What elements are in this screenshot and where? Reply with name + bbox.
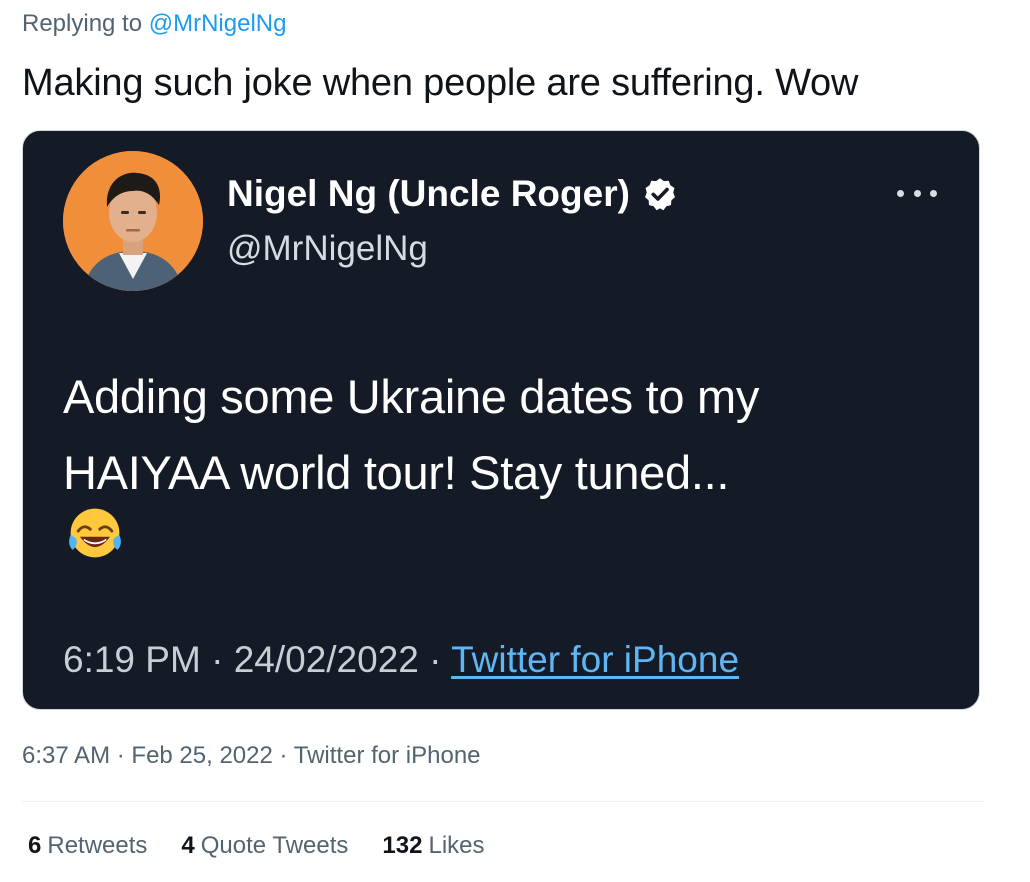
quoted-tweet-meta: 6:19 PM · 24/02/2022 · Twitter for iPhon… — [63, 639, 739, 681]
separator: · — [429, 639, 442, 680]
retweets-stat[interactable]: 6 Retweets — [28, 832, 147, 860]
quoted-date: 24/02/2022 — [233, 639, 419, 680]
replying-to-line: Replying to @MrNigelNg — [22, 10, 286, 38]
quoted-time: 6:19 PM — [63, 639, 201, 680]
dot — [913, 189, 921, 197]
quoted-source-link[interactable]: Twitter for iPhone — [451, 639, 739, 680]
replying-prefix: Replying to — [22, 10, 143, 37]
tweet-text: Making such joke when people are sufferi… — [22, 62, 859, 104]
more-options-icon[interactable] — [897, 183, 937, 203]
tweet-date[interactable]: Feb 25, 2022 — [131, 742, 272, 769]
quote-tweets-label: Quote Tweets — [200, 832, 349, 859]
dot — [897, 189, 904, 197]
replying-handle-link[interactable]: @MrNigelNg — [149, 10, 287, 37]
separator: · — [116, 742, 125, 769]
dot — [930, 189, 937, 197]
tweet-time[interactable]: 6:37 AM — [22, 742, 110, 769]
likes-stat[interactable]: 132 Likes — [382, 832, 484, 860]
quoted-body-line-1: Adding some Ukraine dates to my — [63, 370, 760, 423]
avatar — [63, 151, 203, 291]
divider — [22, 801, 984, 802]
retweets-label: Retweets — [47, 832, 148, 859]
likes-label: Likes — [428, 832, 485, 859]
quoted-handle: @MrNigelNg — [227, 229, 428, 268]
likes-count: 132 — [382, 832, 423, 859]
quote-tweets-stat[interactable]: 4 Quote Tweets — [181, 832, 348, 860]
quote-tweets-count: 4 — [181, 832, 195, 859]
quoted-body-line-2: HAIYAA world tour! Stay tuned... — [63, 446, 730, 499]
tweet-meta: 6:37 AM · Feb 25, 2022 · Twitter for iPh… — [22, 742, 481, 770]
retweets-count: 6 — [28, 832, 42, 859]
verified-badge-icon — [644, 178, 675, 211]
quoted-tweet-image[interactable]: Nigel Ng (Uncle Roger) @MrNigelNg Adding… — [22, 130, 980, 710]
separator: · — [211, 639, 224, 680]
quoted-display-name: Nigel Ng (Uncle Roger) — [227, 173, 678, 215]
quoted-name-text: Nigel Ng (Uncle Roger) — [227, 173, 630, 214]
separator: · — [279, 742, 288, 769]
face-with-tears-of-joy-icon — [69, 508, 121, 558]
tweet-source[interactable]: Twitter for iPhone — [294, 742, 481, 769]
quoted-tweet-body: Adding some Ukraine dates to my HAIYAA w… — [63, 359, 943, 511]
engagement-stats: 6 Retweets 4 Quote Tweets 132 Likes — [28, 832, 485, 860]
